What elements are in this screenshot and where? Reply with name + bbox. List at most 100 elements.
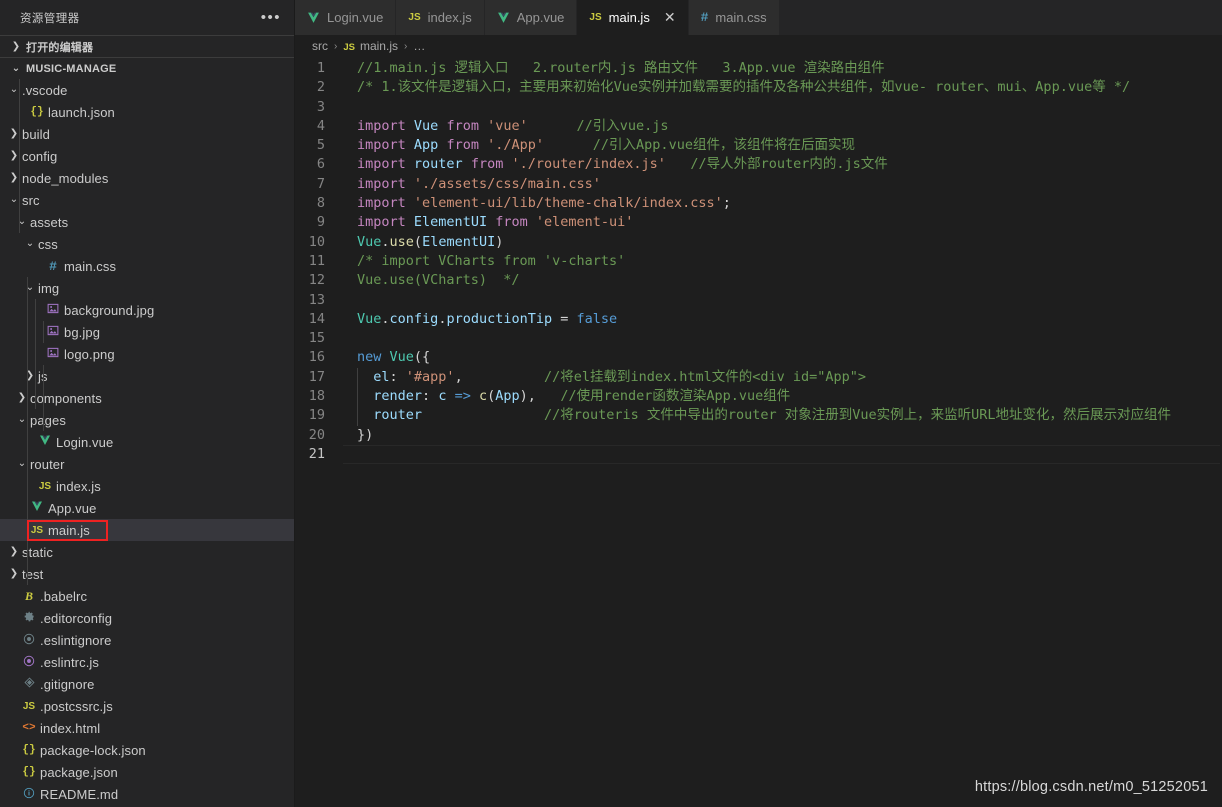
code-line[interactable]: import Vue from 'vue' //引入vue.js bbox=[357, 117, 1222, 136]
tree-item-label: node_modules bbox=[22, 170, 109, 186]
code-line[interactable]: render: c => c(App), //使用render函数渲染App.v… bbox=[357, 387, 1222, 406]
code-token: import bbox=[357, 195, 406, 212]
code-line[interactable] bbox=[343, 444, 1220, 465]
tree-item-postcssrc-js[interactable]: JS .postcssrc.js bbox=[0, 695, 295, 717]
code-token: './App' bbox=[487, 137, 545, 154]
chevron-down-icon: ⌄ bbox=[11, 63, 21, 74]
code-line[interactable]: Vue.use(ElementUI) bbox=[357, 233, 1222, 252]
tree-item-index-js[interactable]: JS index.js bbox=[0, 475, 295, 497]
tree-item-router[interactable]: ⌄ router bbox=[0, 453, 295, 475]
code-token: ElementUI bbox=[413, 214, 488, 231]
tree-item-editorconfig[interactable]: .editorconfig bbox=[0, 607, 295, 629]
tree-item-assets[interactable]: ⌄ assets bbox=[0, 211, 295, 233]
code-line[interactable]: //1.main.js 逻辑入口 2.router内.js 路由文件 3.App… bbox=[357, 59, 1222, 78]
code-line[interactable] bbox=[357, 98, 1222, 117]
git-icon bbox=[20, 677, 38, 691]
code-line[interactable]: }) bbox=[357, 426, 1222, 445]
code-line[interactable]: import ElementUI from 'element-ui' bbox=[357, 213, 1222, 232]
editor-tab-main-css[interactable]: # main.css bbox=[688, 0, 780, 35]
line-number: 9 bbox=[316, 214, 325, 231]
code-line[interactable]: /* import VCharts from 'v-charts' bbox=[357, 252, 1222, 271]
tree-item-index-html[interactable]: <> index.html bbox=[0, 717, 295, 739]
tree-item-main-css[interactable]: # main.css bbox=[0, 255, 295, 277]
code-line[interactable]: Vue.config.productionTip = false bbox=[357, 310, 1222, 329]
chevron-right-icon[interactable]: ❯ bbox=[8, 568, 20, 579]
code-line[interactable]: import App from './App' //引入App.vue组件，该组… bbox=[357, 136, 1222, 155]
tree-item-readme-md[interactable]: README.md bbox=[0, 783, 295, 805]
tree-item-label: build bbox=[22, 126, 50, 142]
code-token: Vue bbox=[357, 310, 382, 327]
line-number: 11 bbox=[308, 252, 325, 269]
code-token: el bbox=[373, 368, 390, 385]
tree-item-static[interactable]: ❯ static bbox=[0, 541, 295, 563]
breadcrumb-item[interactable]: … bbox=[413, 39, 425, 53]
tree-item-node-modules[interactable]: ❯ node_modules bbox=[0, 167, 295, 189]
line-number: 17 bbox=[308, 368, 325, 385]
chevron-down-icon[interactable]: ⌄ bbox=[24, 282, 36, 293]
tree-item-bg-jpg[interactable]: bg.jpg bbox=[0, 321, 295, 343]
line-number: 13 bbox=[308, 291, 325, 308]
editor-tab-index-js[interactable]: JS index.js bbox=[396, 0, 485, 35]
breadcrumb-item[interactable]: src bbox=[312, 39, 328, 53]
tree-item-img[interactable]: ⌄ img bbox=[0, 277, 295, 299]
tree-item-js[interactable]: ❯js bbox=[0, 365, 295, 387]
tree-item-package-json[interactable]: {} package.json bbox=[0, 761, 295, 783]
code-line[interactable]: new Vue({ bbox=[357, 348, 1222, 367]
tree-item-main-js[interactable]: JS main.js bbox=[0, 519, 295, 541]
tree-item-logo-png[interactable]: logo.png bbox=[0, 343, 295, 365]
editor-tab-main-js[interactable]: JS main.js ✕ bbox=[577, 0, 689, 35]
tree-item-label: assets bbox=[30, 214, 69, 230]
code-line[interactable]: import 'element-ui/lib/theme-chalk/index… bbox=[357, 194, 1222, 213]
chevron-down-icon[interactable]: ⌄ bbox=[16, 216, 28, 227]
code-content[interactable]: //1.main.js 逻辑入口 2.router内.js 路由文件 3.App… bbox=[343, 59, 1222, 807]
vue-icon bbox=[497, 12, 510, 24]
tree-item-test[interactable]: ❯ test bbox=[0, 563, 295, 585]
markdown-icon bbox=[20, 787, 38, 802]
code-token: . bbox=[381, 233, 390, 250]
code-editor[interactable]: 1 2 3 4 5 6 7 8 9 10 11 12 13 14 15 16 17 18 19 20 21 //1.ma… bbox=[295, 57, 1222, 807]
tree-item-package-lock-json[interactable]: {} package-lock.json bbox=[0, 739, 295, 761]
tree-item-pages[interactable]: ⌄ pages bbox=[0, 409, 295, 431]
breadcrumb-item[interactable]: JS main.js bbox=[343, 39, 398, 53]
tree-item-background-jpg[interactable]: background.jpg bbox=[0, 299, 295, 321]
code-token: //将el挂载到index.html文件的<div id="App"> bbox=[543, 368, 867, 385]
code-line[interactable]: router //将routeris 文件中导出的router 对象注册到Vue… bbox=[357, 406, 1222, 425]
editor-tab-app-vue[interactable]: App.vue bbox=[484, 0, 578, 35]
tree-item-build[interactable]: ❯ build bbox=[0, 123, 295, 145]
tree-item-gitignore[interactable]: .gitignore bbox=[0, 673, 295, 695]
tree-item-vscode[interactable]: ⌄ .vscode bbox=[0, 79, 295, 101]
open-editors-section[interactable]: ❯ 打开的编辑器 bbox=[0, 35, 295, 57]
tree-item-eslintrc-js[interactable]: .eslintrc.js bbox=[0, 651, 295, 673]
code-token: Vue bbox=[413, 117, 439, 134]
code-token: //将routeris 文件中导出的router 对象注册到Vue实例上，来监听… bbox=[543, 407, 1172, 424]
code-line[interactable] bbox=[357, 291, 1222, 310]
code-line[interactable]: /* 1.该文件是逻辑入口，主要用来初始化Vue实例并加载需要的插件及各种公共组… bbox=[357, 78, 1222, 97]
code-token: /* 1.该文件是逻辑入口，主要用来初始化Vue实例并加载需要的插件及各种公共组… bbox=[357, 79, 1131, 96]
tree-item-app-vue[interactable]: App.vue bbox=[0, 497, 295, 519]
chevron-right-icon[interactable]: ❯ bbox=[8, 546, 20, 557]
close-icon[interactable]: ✕ bbox=[664, 11, 676, 25]
code-line[interactable]: el: '#app', //将el挂载到index.html文件的<div id… bbox=[357, 368, 1222, 387]
code-line[interactable]: import './assets/css/main.css' bbox=[357, 175, 1222, 194]
tree-item-config[interactable]: ❯ config bbox=[0, 145, 295, 167]
code-line[interactable]: import router from './router/index.js' /… bbox=[357, 155, 1222, 174]
tree-item-login-vue[interactable]: Login.vue bbox=[0, 431, 295, 453]
tree-item-label: router bbox=[30, 456, 65, 472]
ellipsis-icon[interactable]: ••• bbox=[259, 10, 283, 26]
eslint-icon bbox=[20, 633, 38, 648]
tree-item-css[interactable]: ⌄ css bbox=[0, 233, 295, 255]
chevron-down-icon[interactable]: ⌄ bbox=[24, 238, 36, 249]
tree-item-eslintignore[interactable]: .eslintignore bbox=[0, 629, 295, 651]
project-section[interactable]: ⌄ MUSIC-MANAGE bbox=[0, 57, 295, 79]
tree-item-launch-json[interactable]: {} launch.json bbox=[0, 101, 295, 123]
tree-item-src[interactable]: ⌄ src bbox=[0, 189, 295, 211]
editor-tab-login-vue[interactable]: Login.vue bbox=[295, 0, 397, 35]
tree-item-components[interactable]: ❯ components bbox=[0, 387, 295, 409]
code-line[interactable]: Vue.use(VCharts) */ bbox=[357, 271, 1222, 290]
tree-item-babelrc[interactable]: B .babelrc bbox=[0, 585, 295, 607]
code-line[interactable] bbox=[357, 329, 1222, 348]
